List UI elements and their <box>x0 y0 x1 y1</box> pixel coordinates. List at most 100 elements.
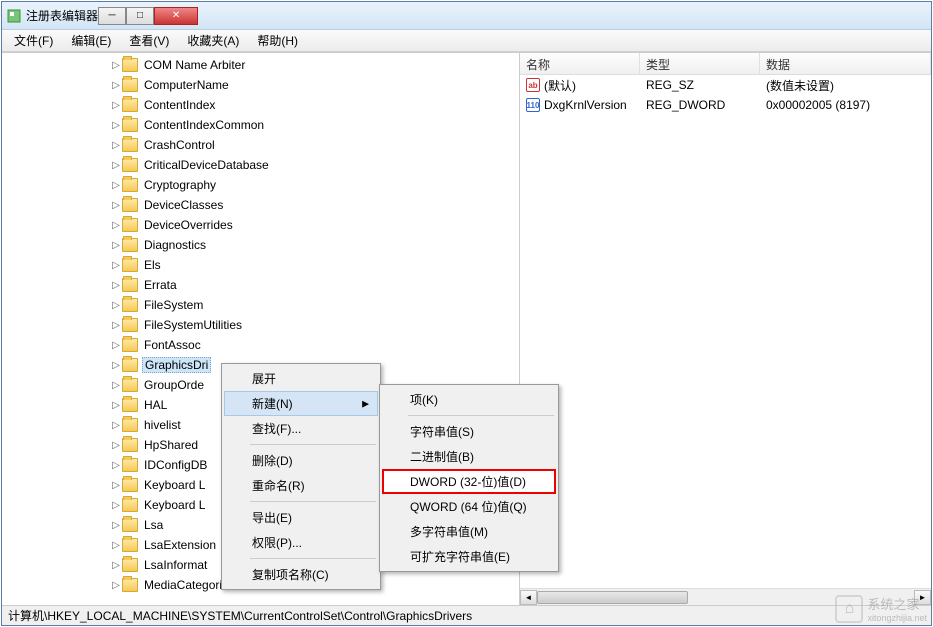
folder-icon <box>122 518 138 532</box>
col-data[interactable]: 数据 <box>760 53 931 74</box>
menu-favorites[interactable]: 收藏夹(A) <box>179 30 247 51</box>
tree-label: FileSystem <box>142 298 205 312</box>
tree-item[interactable]: ▷DeviceClasses <box>2 195 519 215</box>
folder-icon <box>122 218 138 232</box>
tree-label: Cryptography <box>142 178 218 192</box>
context-menu-item[interactable]: 查找(F)... <box>224 416 378 441</box>
context-menu-item[interactable]: 删除(D) <box>224 448 378 473</box>
tree-toggle-icon[interactable]: ▷ <box>110 240 122 251</box>
tree-toggle-icon[interactable]: ▷ <box>110 560 122 571</box>
tree-toggle-icon[interactable]: ▷ <box>110 320 122 331</box>
tree-item[interactable]: ▷ContentIndex <box>2 95 519 115</box>
context-menu-main: 展开新建(N)▶查找(F)... 删除(D)重命名(R) 导出(E)权限(P)...… <box>221 363 381 590</box>
tree-toggle-icon[interactable]: ▷ <box>110 440 122 451</box>
tree-toggle-icon[interactable]: ▷ <box>110 420 122 431</box>
tree-toggle-icon[interactable]: ▷ <box>110 300 122 311</box>
tree-toggle-icon[interactable]: ▷ <box>110 260 122 271</box>
tree-toggle-icon[interactable]: ▷ <box>110 340 122 351</box>
context-menu-item-dword[interactable]: DWORD (32-位)值(D) <box>382 469 556 494</box>
tree-toggle-icon[interactable]: ▷ <box>110 120 122 131</box>
tree-item[interactable]: ▷ Cryptography <box>2 175 519 195</box>
tree-item[interactable]: ▷ FileSystem <box>2 295 519 315</box>
window-title: 注册表编辑器 <box>26 7 98 24</box>
tree-item[interactable]: ▷ CriticalDeviceDatabase <box>2 155 519 175</box>
tree-label: LsaExtension <box>142 538 218 552</box>
folder-icon <box>122 538 138 552</box>
minimize-button[interactable]: ─ <box>98 7 126 25</box>
context-menu-item[interactable]: 字符串值(S) <box>382 419 556 444</box>
tree-toggle-icon[interactable]: ▷ <box>110 460 122 471</box>
close-button[interactable]: ✕ <box>154 7 198 25</box>
value-data: 0x00002005 (8197) <box>760 98 931 112</box>
tree-item[interactable]: ▷FileSystemUtilities <box>2 315 519 335</box>
tree-toggle-icon[interactable]: ▷ <box>110 360 122 371</box>
tree-toggle-icon[interactable]: ▷ <box>110 60 122 71</box>
folder-icon <box>122 498 138 512</box>
tree-label: GraphicsDri <box>142 357 211 373</box>
value-type: REG_SZ <box>640 78 760 92</box>
scroll-left-button[interactable]: ◄ <box>520 590 537 605</box>
tree-toggle-icon[interactable]: ▷ <box>110 280 122 291</box>
menu-separator <box>408 415 554 416</box>
tree-item[interactable]: ▷FontAssoc <box>2 335 519 355</box>
context-menu-new: 项(K) 字符串值(S)二进制值(B)DWORD (32-位)值(D)QWORD … <box>379 384 559 572</box>
tree-toggle-icon[interactable]: ▷ <box>110 140 122 151</box>
value-icon: ab <box>526 78 540 92</box>
tree-label: COM Name Arbiter <box>142 58 247 72</box>
tree-toggle-icon[interactable]: ▷ <box>110 180 122 191</box>
titlebar[interactable]: 注册表编辑器 ─ □ ✕ <box>2 2 931 30</box>
tree-toggle-icon[interactable]: ▷ <box>110 80 122 91</box>
context-menu-item[interactable]: 复制项名称(C) <box>224 562 378 587</box>
col-type[interactable]: 类型 <box>640 53 760 74</box>
value-name: DxgKrnlVersion <box>544 98 627 112</box>
context-menu-item[interactable]: 展开 <box>224 366 378 391</box>
context-menu-item[interactable]: 二进制值(B) <box>382 444 556 469</box>
context-menu-item[interactable]: 重命名(R) <box>224 473 378 498</box>
menu-edit[interactable]: 编辑(E) <box>63 30 119 51</box>
context-menu-item[interactable]: 可扩充字符串值(E) <box>382 544 556 569</box>
tree-toggle-icon[interactable]: ▷ <box>110 220 122 231</box>
tree-toggle-icon[interactable]: ▷ <box>110 200 122 211</box>
context-menu-item[interactable]: 项(K) <box>382 387 556 412</box>
tree-toggle-icon[interactable]: ▷ <box>110 100 122 111</box>
context-menu-item[interactable]: 导出(E) <box>224 505 378 530</box>
tree-item[interactable]: ▷ DeviceOverrides <box>2 215 519 235</box>
tree-toggle-icon[interactable]: ▷ <box>110 520 122 531</box>
tree-item[interactable]: ▷Els <box>2 255 519 275</box>
folder-icon <box>122 138 138 152</box>
tree-label: GroupOrde <box>142 378 206 392</box>
tree-item[interactable]: ▷ComputerName <box>2 75 519 95</box>
menu-view[interactable]: 查看(V) <box>121 30 177 51</box>
list-row[interactable]: ab(默认) REG_SZ (数值未设置) <box>520 75 931 95</box>
folder-icon <box>122 78 138 92</box>
menu-file[interactable]: 文件(F) <box>6 30 61 51</box>
col-name[interactable]: 名称 <box>520 53 640 74</box>
context-menu-item[interactable]: 多字符串值(M) <box>382 519 556 544</box>
tree-toggle-icon[interactable]: ▷ <box>110 400 122 411</box>
tree-item[interactable]: ▷CrashControl <box>2 135 519 155</box>
tree-label: Diagnostics <box>142 238 208 252</box>
scroll-thumb[interactable] <box>537 591 688 604</box>
context-menu-item[interactable]: 新建(N)▶ <box>224 391 378 416</box>
tree-item[interactable]: ▷ Diagnostics <box>2 235 519 255</box>
tree-toggle-icon[interactable]: ▷ <box>110 500 122 511</box>
watermark-text: 系统之家 <box>867 594 927 613</box>
tree-label: HpShared <box>142 438 200 452</box>
tree-label: CriticalDeviceDatabase <box>142 158 271 172</box>
tree-toggle-icon[interactable]: ▷ <box>110 160 122 171</box>
tree-item[interactable]: ▷ COM Name Arbiter <box>2 55 519 75</box>
menu-help[interactable]: 帮助(H) <box>249 30 306 51</box>
tree-toggle-icon[interactable]: ▷ <box>110 540 122 551</box>
tree-item[interactable]: ▷Errata <box>2 275 519 295</box>
context-menu-item[interactable]: 权限(P)... <box>224 530 378 555</box>
tree-toggle-icon[interactable]: ▷ <box>110 480 122 491</box>
maximize-button[interactable]: □ <box>126 7 154 25</box>
tree-toggle-icon[interactable]: ▷ <box>110 380 122 391</box>
tree-item[interactable]: ▷ContentIndexCommon <box>2 115 519 135</box>
list-pane[interactable]: 名称 类型 数据 ab(默认) REG_SZ (数值未设置) 110DxgKrn… <box>520 53 931 605</box>
context-menu-item[interactable]: QWORD (64 位)值(Q) <box>382 494 556 519</box>
tree-label: DeviceOverrides <box>142 218 235 232</box>
list-row[interactable]: 110DxgKrnlVersion REG_DWORD 0x00002005 (… <box>520 95 931 115</box>
folder-icon <box>122 458 138 472</box>
tree-toggle-icon[interactable]: ▷ <box>110 580 122 591</box>
